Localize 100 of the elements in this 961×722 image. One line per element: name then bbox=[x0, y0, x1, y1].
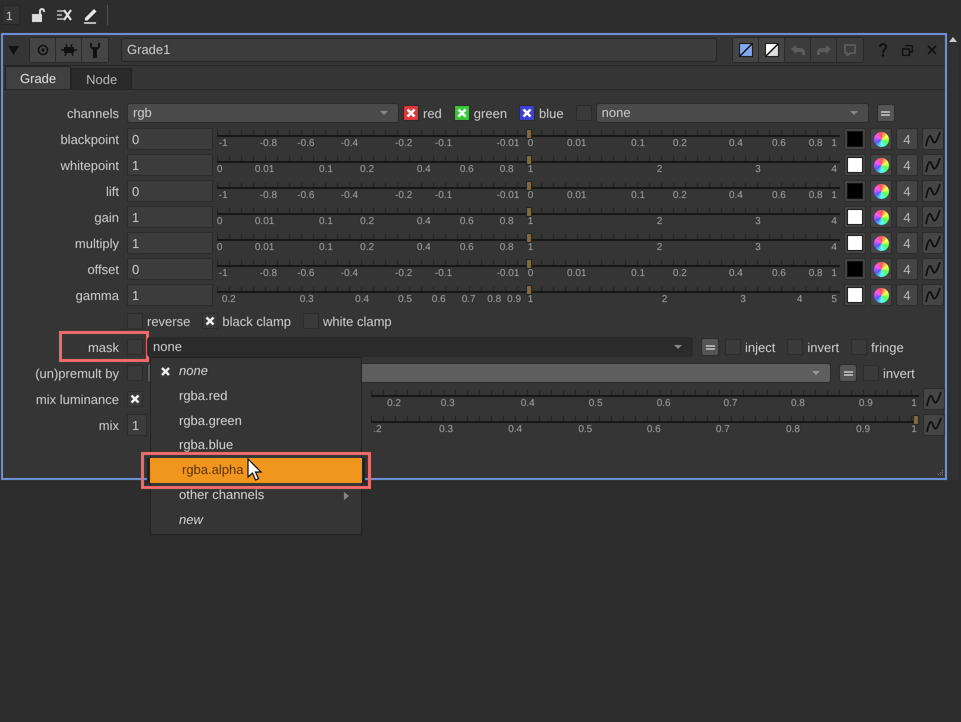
channel-count-button[interactable]: 4 bbox=[896, 128, 918, 150]
link-button[interactable] bbox=[839, 364, 857, 382]
value-field[interactable]: 1 bbox=[127, 232, 213, 254]
field-label: channels bbox=[66, 106, 119, 120]
view-a-button[interactable] bbox=[733, 38, 759, 62]
tab[interactable]: Node bbox=[71, 68, 132, 89]
tab[interactable]: Grade bbox=[5, 66, 72, 89]
menu-item[interactable]: other channels bbox=[151, 482, 361, 508]
node-button[interactable] bbox=[56, 38, 82, 62]
channel-checkbox[interactable] bbox=[454, 105, 470, 121]
slider-track[interactable]: .2 0.3 0.4 0.5 0.6 0.7 0.8 0.9 1 bbox=[371, 413, 919, 437]
value-field[interactable]: 1 bbox=[127, 154, 213, 176]
curve-button[interactable] bbox=[923, 388, 945, 410]
slider-track[interactable]: 0 0.01 0.1 0.2 0.4 0.6 0.8 1 2 3 4 bbox=[217, 205, 840, 229]
value-field[interactable]: 1 bbox=[127, 284, 213, 306]
value-field[interactable]: 1 bbox=[127, 414, 147, 436]
slider-track[interactable]: 0.2 0.3 0.4 0.5 0.6 0.7 0.8 0.9 1 2 3 4 5 bbox=[217, 283, 840, 307]
link-button[interactable] bbox=[701, 338, 719, 356]
color-swatch-button[interactable] bbox=[844, 232, 866, 254]
channel-checkbox[interactable] bbox=[519, 105, 536, 121]
slider-track[interactable]: -1 -0.8 -0.6 -0.4 -0.2 -0.1 -0.01 0 0.01 0.1 0.2 0.4 0.6 0.8 1 bbox=[217, 257, 840, 281]
counter-field[interactable]: 1 bbox=[2, 5, 20, 25]
color-swatch-button[interactable] bbox=[844, 180, 866, 202]
color-wheel-button[interactable] bbox=[870, 180, 892, 202]
color-swatch-button[interactable] bbox=[844, 284, 866, 306]
channels-dropdown[interactable]: rgb bbox=[127, 103, 399, 123]
color-swatch-button[interactable] bbox=[844, 128, 866, 150]
link-button[interactable] bbox=[876, 104, 895, 122]
slider-track[interactable]: 0 0.01 0.1 0.2 0.4 0.6 0.8 1 2 3 4 bbox=[217, 231, 840, 255]
slider-track[interactable]: 0.2 0.3 0.4 0.5 0.6 0.7 0.8 0.9 1 bbox=[371, 387, 919, 411]
menu-item[interactable]: new bbox=[151, 508, 361, 533]
color-swatch-button[interactable] bbox=[844, 154, 866, 176]
channel-count-button[interactable]: 4 bbox=[896, 232, 918, 254]
color-swatch-button[interactable] bbox=[844, 258, 866, 280]
channel-checkbox[interactable] bbox=[403, 105, 419, 121]
slider-thumb[interactable] bbox=[526, 233, 532, 243]
slider-thumb[interactable] bbox=[526, 129, 532, 139]
menu-item[interactable]: rgba.green bbox=[151, 408, 361, 434]
tick-label: 0.9 bbox=[507, 294, 522, 306]
slider-track[interactable]: 0 0.01 0.1 0.2 0.4 0.6 0.8 1 2 3 4 bbox=[217, 153, 840, 177]
channel-count-button[interactable]: 4 bbox=[896, 206, 918, 228]
slider-track[interactable]: -1 -0.8 -0.6 -0.4 -0.2 -0.1 -0.01 0 0.01 0.1 0.2 0.4 0.6 0.8 1 bbox=[217, 179, 840, 203]
color-wheel-button[interactable] bbox=[870, 206, 892, 228]
curve-icon bbox=[924, 286, 942, 304]
channel-count-button[interactable]: 4 bbox=[896, 258, 918, 280]
channel-count-button[interactable]: 4 bbox=[896, 180, 918, 202]
channel-count-button[interactable]: 4 bbox=[896, 154, 918, 176]
lock-icon[interactable] bbox=[30, 7, 46, 23]
wrench-button[interactable] bbox=[82, 38, 108, 62]
slider-thumb[interactable] bbox=[526, 181, 532, 191]
curve-button[interactable] bbox=[922, 154, 944, 176]
curve-button[interactable] bbox=[922, 258, 944, 280]
checkbox-label: invert bbox=[883, 366, 915, 380]
checkbox[interactable] bbox=[202, 313, 218, 329]
curve-button[interactable] bbox=[922, 284, 944, 306]
cross-icon[interactable] bbox=[56, 8, 72, 22]
resize-grip-icon[interactable] bbox=[936, 469, 944, 477]
color-wheel-button[interactable] bbox=[870, 232, 892, 254]
tick-label: 0.2 bbox=[672, 190, 687, 202]
view-b-button[interactable] bbox=[759, 38, 785, 62]
slider-thumb[interactable] bbox=[526, 285, 532, 295]
color-wheel-button[interactable] bbox=[870, 258, 892, 280]
curve-button[interactable] bbox=[922, 128, 944, 150]
menu-item[interactable]: rgba.red bbox=[151, 384, 361, 409]
color-wheel-button[interactable] bbox=[870, 128, 892, 150]
scroll-up-arrow-icon[interactable] bbox=[949, 37, 957, 42]
menu-item[interactable]: rgba.blue bbox=[151, 433, 361, 458]
slider-track[interactable]: -1 -0.8 -0.6 -0.4 -0.2 -0.1 -0.01 0 0.01 0.1 0.2 0.4 0.6 0.8 1 bbox=[217, 127, 840, 151]
color-wheel-button[interactable] bbox=[870, 284, 892, 306]
slider-thumb[interactable] bbox=[526, 155, 532, 165]
slider-thumb[interactable] bbox=[913, 415, 919, 425]
channel-count-button[interactable]: 4 bbox=[896, 284, 918, 306]
tick-label: 5 bbox=[831, 294, 837, 306]
curve-button[interactable] bbox=[922, 180, 944, 202]
value-field[interactable]: 0 bbox=[127, 128, 213, 150]
slider-thumb[interactable] bbox=[526, 259, 532, 269]
tick-label: 4 bbox=[796, 294, 802, 306]
tick-label: 0.01 bbox=[254, 216, 274, 228]
menu-item[interactable]: none bbox=[151, 359, 361, 384]
curve-button[interactable] bbox=[922, 232, 944, 254]
color-wheel-button[interactable] bbox=[870, 154, 892, 176]
value-field[interactable]: 0 bbox=[127, 258, 213, 280]
checkbox-label: inject bbox=[745, 340, 776, 354]
tick-label: 0.9 bbox=[858, 398, 873, 410]
slider-thumb[interactable] bbox=[526, 207, 532, 217]
curve-button[interactable] bbox=[923, 414, 945, 436]
redo-icon bbox=[816, 44, 832, 56]
revert-icon bbox=[843, 44, 857, 56]
mask-dropdown[interactable]: none bbox=[147, 337, 693, 357]
circle-dot-button[interactable] bbox=[30, 38, 56, 62]
tick-label: 0.6 bbox=[432, 294, 446, 306]
pencil-icon[interactable] bbox=[82, 6, 99, 24]
field-label: lift bbox=[105, 184, 119, 198]
curve-button[interactable] bbox=[922, 206, 944, 228]
node-name-field[interactable]: Grade1 bbox=[121, 38, 717, 62]
checkbox[interactable] bbox=[127, 391, 143, 407]
value-field[interactable]: 0 bbox=[127, 180, 213, 202]
color-swatch-button[interactable] bbox=[844, 206, 866, 228]
channel-dropdown[interactable]: none bbox=[596, 103, 869, 123]
value-field[interactable]: 1 bbox=[127, 206, 213, 228]
